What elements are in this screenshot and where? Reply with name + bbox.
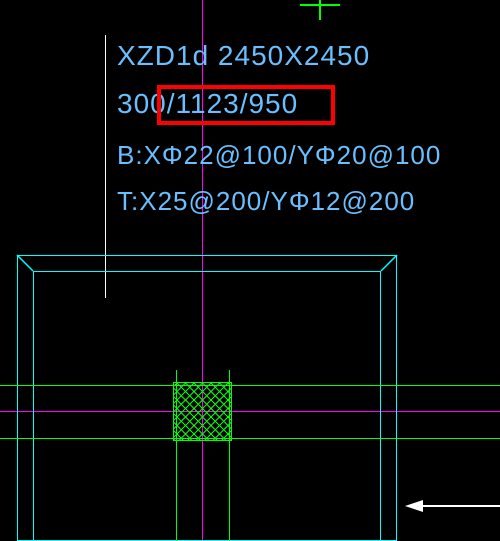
column-gridline-top — [0, 385, 500, 386]
highlight-box — [157, 85, 335, 125]
text-part: B:XΦ22@100/YΦ20@100 — [117, 140, 441, 170]
annotation-row-1: XZD1d 2450X2450 — [117, 40, 370, 72]
annotation-row-3: B:XΦ22@100/YΦ20@100 — [117, 140, 441, 171]
column-gridline-bottom — [0, 438, 500, 439]
text-part: T:X25@200/YΦ12@200 — [117, 186, 415, 216]
column-gridline-left — [176, 370, 177, 541]
cad-canvas[interactable]: XZD1d 2450X2450 300/1123/950 B:XΦ22@100/… — [0, 0, 500, 541]
annotation-row-4: T:X25@200/YΦ12@200 — [117, 186, 415, 217]
column-gridline-right — [229, 370, 230, 541]
text-part: XZD1d 2450X2450 — [117, 40, 370, 71]
column-hatch — [173, 382, 232, 441]
dimension-arrow-line — [420, 505, 500, 507]
axis-mark-v — [319, 0, 321, 20]
dimension-arrow-head — [405, 500, 423, 512]
